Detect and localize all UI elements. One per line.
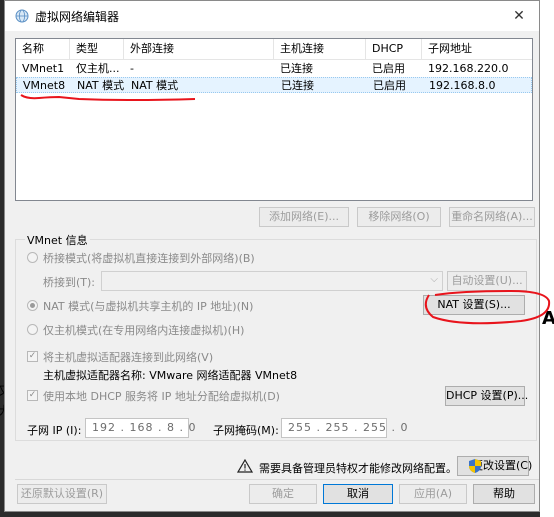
close-button[interactable]: ✕ (507, 5, 531, 27)
close-icon: ✕ (513, 8, 525, 24)
background-window-fragment-right: A (540, 0, 554, 517)
ok-button[interactable]: 确定 (249, 484, 317, 504)
column-header-host[interactable]: 主机连接 (274, 39, 366, 59)
list-header: 名称 类型 外部连接 主机连接 DHCP 子网地址 (16, 39, 532, 60)
use-dhcp-label: 使用本地 DHCP 服务将 IP 地址分配给虚拟机(D) (43, 390, 280, 403)
connect-adapter-checkbox[interactable]: ✓ (27, 351, 38, 362)
connect-adapter-label: 将主机虚拟适配器连接到此网络(V) (43, 351, 214, 364)
bottom-divider (15, 479, 539, 480)
warning-icon (237, 459, 253, 473)
vmnet-info-label: VMnet 信息 (25, 232, 90, 248)
cell-subnet: 192.168.220.0 (428, 62, 509, 75)
subnet-mask-input[interactable]: 255 . 255 . 255 . 0 (281, 418, 407, 438)
change-settings-button[interactable]: 更改设置(C) (457, 456, 533, 476)
cell-host: 已连接 (280, 62, 313, 75)
cell-external: - (130, 62, 134, 75)
title-bar: 虚拟网络编辑器 ✕ (5, 1, 539, 31)
nat-mode-label: NAT 模式(与虚拟机共享主机的 IP 地址)(N) (43, 300, 254, 313)
subnet-ip-input[interactable]: 192 . 168 . 8 . 0 (85, 418, 195, 438)
chevron-down-icon: ⌵ (430, 274, 438, 285)
cell-type: 仅主机... (76, 62, 120, 75)
subnet-mask-label: 子网掩码(M): (213, 424, 279, 437)
column-header-name[interactable]: 名称 (16, 39, 70, 59)
cell-name: VMnet1 (22, 62, 65, 75)
table-row[interactable]: VMnet1 仅主机... - 已连接 已启用 192.168.220.0 (16, 61, 532, 77)
uac-shield-icon (469, 459, 481, 473)
admin-notice-text: 需要具备管理员特权才能修改网络配置。 (259, 462, 457, 475)
checkmark-icon: ✓ (28, 351, 37, 361)
network-list[interactable]: 名称 类型 外部连接 主机连接 DHCP 子网地址 VMnet1 仅主机... … (15, 38, 533, 201)
dhcp-settings-button[interactable]: DHCP 设置(P)... (445, 386, 528, 406)
bridge-to-label: 桥接到(T): (43, 276, 96, 289)
adapter-name-text: 主机虚拟适配器名称: VMware 网络适配器 VMnet8 (43, 369, 298, 382)
host-only-radio[interactable] (27, 324, 38, 335)
cell-host: 已连接 (281, 79, 314, 92)
subnet-ip-label: 子网 IP (I): (27, 424, 82, 437)
network-globe-icon (15, 9, 29, 23)
help-button[interactable]: 帮助 (473, 484, 535, 504)
annotation-circle (424, 289, 551, 325)
bridge-to-select[interactable]: ⌵ (101, 271, 443, 291)
virtual-network-editor-window: 虚拟网络编辑器 ✕ 名称 类型 外部连接 主机连接 DHCP 子网地址 VMne… (4, 0, 551, 512)
host-only-label: 仅主机模式(在专用网络内连接虚拟机)(H) (43, 324, 245, 337)
rename-network-button[interactable]: 重命名网络(A)... (449, 207, 535, 227)
window-title: 虚拟网络编辑器 (35, 10, 120, 24)
cell-dhcp: 已启用 (372, 62, 405, 75)
restore-defaults-button[interactable]: 还原默认设置(R) (17, 484, 107, 504)
cancel-button[interactable]: 取消 (323, 484, 393, 504)
column-header-subnet[interactable]: 子网地址 (422, 39, 534, 59)
annotation-underline (20, 94, 196, 101)
remove-network-button[interactable]: 移除网络(O) (357, 207, 441, 227)
column-header-type[interactable]: 类型 (70, 39, 124, 59)
bridge-mode-radio[interactable] (27, 252, 38, 263)
use-dhcp-checkbox[interactable]: ✓ (27, 390, 38, 401)
cell-dhcp: 已启用 (373, 79, 406, 92)
add-network-button[interactable]: 添加网络(E)... (259, 207, 349, 227)
column-header-dhcp[interactable]: DHCP (366, 39, 422, 59)
bridge-mode-label: 桥接模式(将虚拟机直接连接到外部网络)(B) (43, 252, 255, 265)
vmnet-info-group (15, 239, 537, 441)
column-header-external[interactable]: 外部连接 (124, 39, 274, 59)
change-settings-label: 更改设置(C) (472, 459, 533, 472)
apply-button[interactable]: 应用(A) (399, 484, 467, 504)
cell-subnet: 192.168.8.0 (429, 79, 496, 92)
checkmark-icon: ✓ (28, 390, 37, 400)
nat-mode-radio[interactable] (27, 300, 38, 311)
